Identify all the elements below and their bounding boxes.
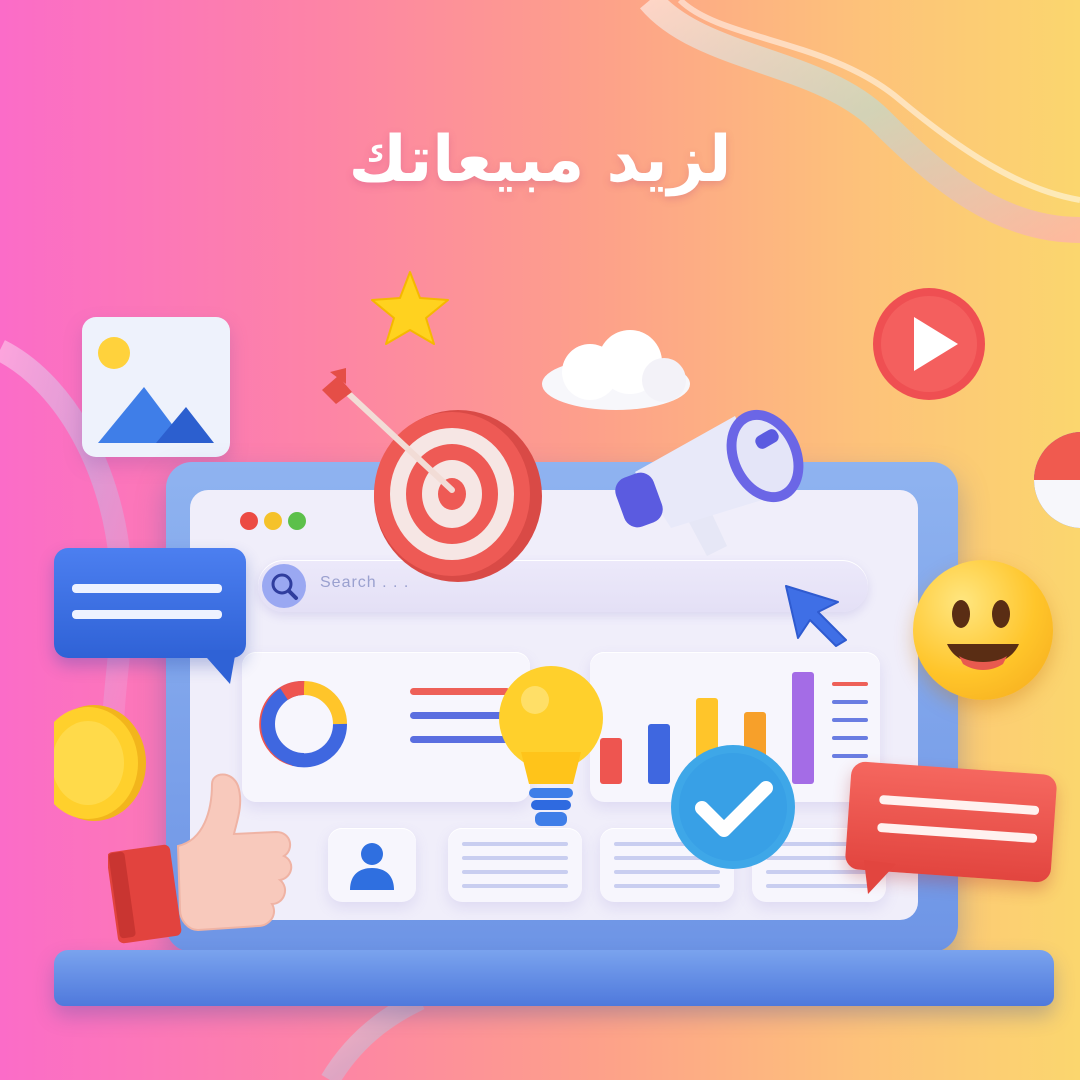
lightbulb-icon bbox=[499, 666, 603, 826]
star-icon bbox=[371, 271, 449, 345]
search-icon[interactable] bbox=[262, 564, 306, 608]
window-dot-green bbox=[288, 512, 306, 530]
text-line bbox=[766, 884, 872, 888]
speech-bubble-tail bbox=[864, 860, 896, 894]
text-line bbox=[877, 822, 1038, 844]
profile-card bbox=[328, 828, 416, 902]
headline: لزيد مبيعاتك bbox=[348, 123, 732, 197]
text-line bbox=[462, 856, 568, 860]
speech-bubble-tail bbox=[200, 650, 236, 684]
donut-chart-icon bbox=[259, 680, 348, 768]
text-line bbox=[462, 842, 568, 846]
text-line bbox=[72, 584, 222, 593]
window-dot-yellow bbox=[264, 512, 282, 530]
play-icon bbox=[873, 288, 985, 400]
text-line bbox=[462, 884, 568, 888]
text-line bbox=[614, 884, 720, 888]
pie-chart-icon bbox=[1034, 432, 1080, 528]
text-line bbox=[72, 610, 222, 619]
window-dot-red bbox=[240, 512, 258, 530]
image-icon bbox=[82, 317, 230, 457]
text-line bbox=[879, 794, 1040, 816]
speech-bubble-left bbox=[54, 548, 246, 658]
user-icon bbox=[350, 843, 394, 890]
thumbs-up-icon bbox=[108, 773, 293, 944]
megaphone-icon bbox=[615, 409, 804, 556]
laptop-base bbox=[54, 950, 1054, 1006]
text-line bbox=[462, 870, 568, 874]
content-card bbox=[448, 828, 582, 902]
smiley-icon bbox=[913, 560, 1053, 700]
target-icon bbox=[322, 368, 542, 582]
cursor-icon bbox=[785, 585, 847, 647]
check-icon bbox=[671, 745, 795, 869]
